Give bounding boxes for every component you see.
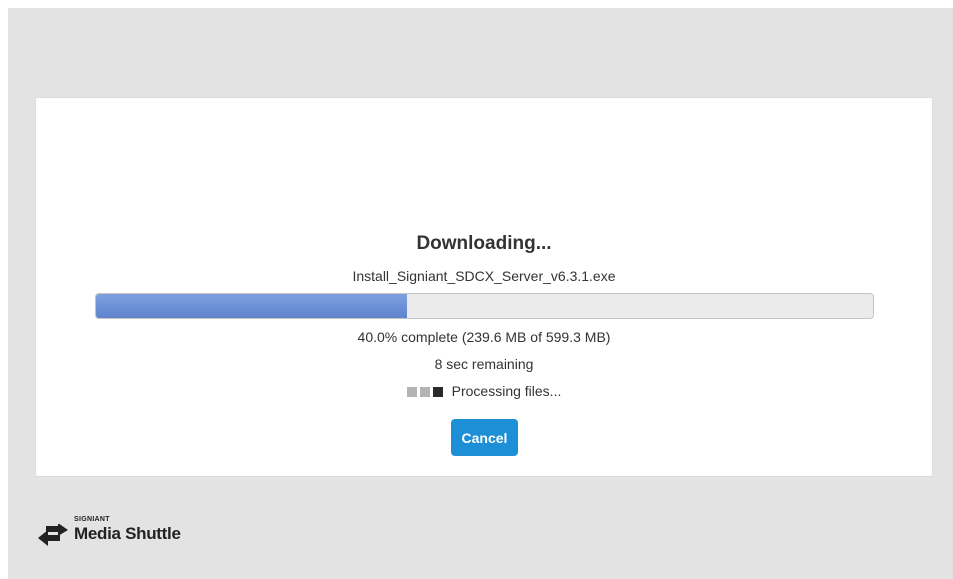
progress-bar: [95, 293, 874, 319]
progress-status: 40.0% complete (239.6 MB of 599.3 MB): [357, 329, 611, 345]
processing-label: Processing files...: [451, 383, 562, 399]
cancel-button[interactable]: Cancel: [451, 419, 518, 456]
download-filename: Install_Signiant_SDCX_Server_v6.3.1.exe: [352, 268, 616, 284]
time-remaining: 8 sec remaining: [434, 356, 534, 372]
page-background: Downloading... Install_Signiant_SDCX_Ser…: [8, 8, 953, 579]
transfer-arrows-icon: [38, 524, 68, 546]
processing-status: Processing files...: [36, 383, 932, 400]
download-title: Downloading...: [416, 233, 552, 254]
loading-spinner-icon: [406, 384, 446, 400]
logo-product: Media Shuttle: [74, 524, 181, 543]
progress-bar-fill: [96, 294, 407, 318]
download-panel: Downloading... Install_Signiant_SDCX_Ser…: [35, 97, 933, 477]
logo-brand: SIGNIANT: [74, 516, 110, 523]
media-shuttle-logo: SIGNIANT Media Shuttle: [38, 514, 208, 554]
